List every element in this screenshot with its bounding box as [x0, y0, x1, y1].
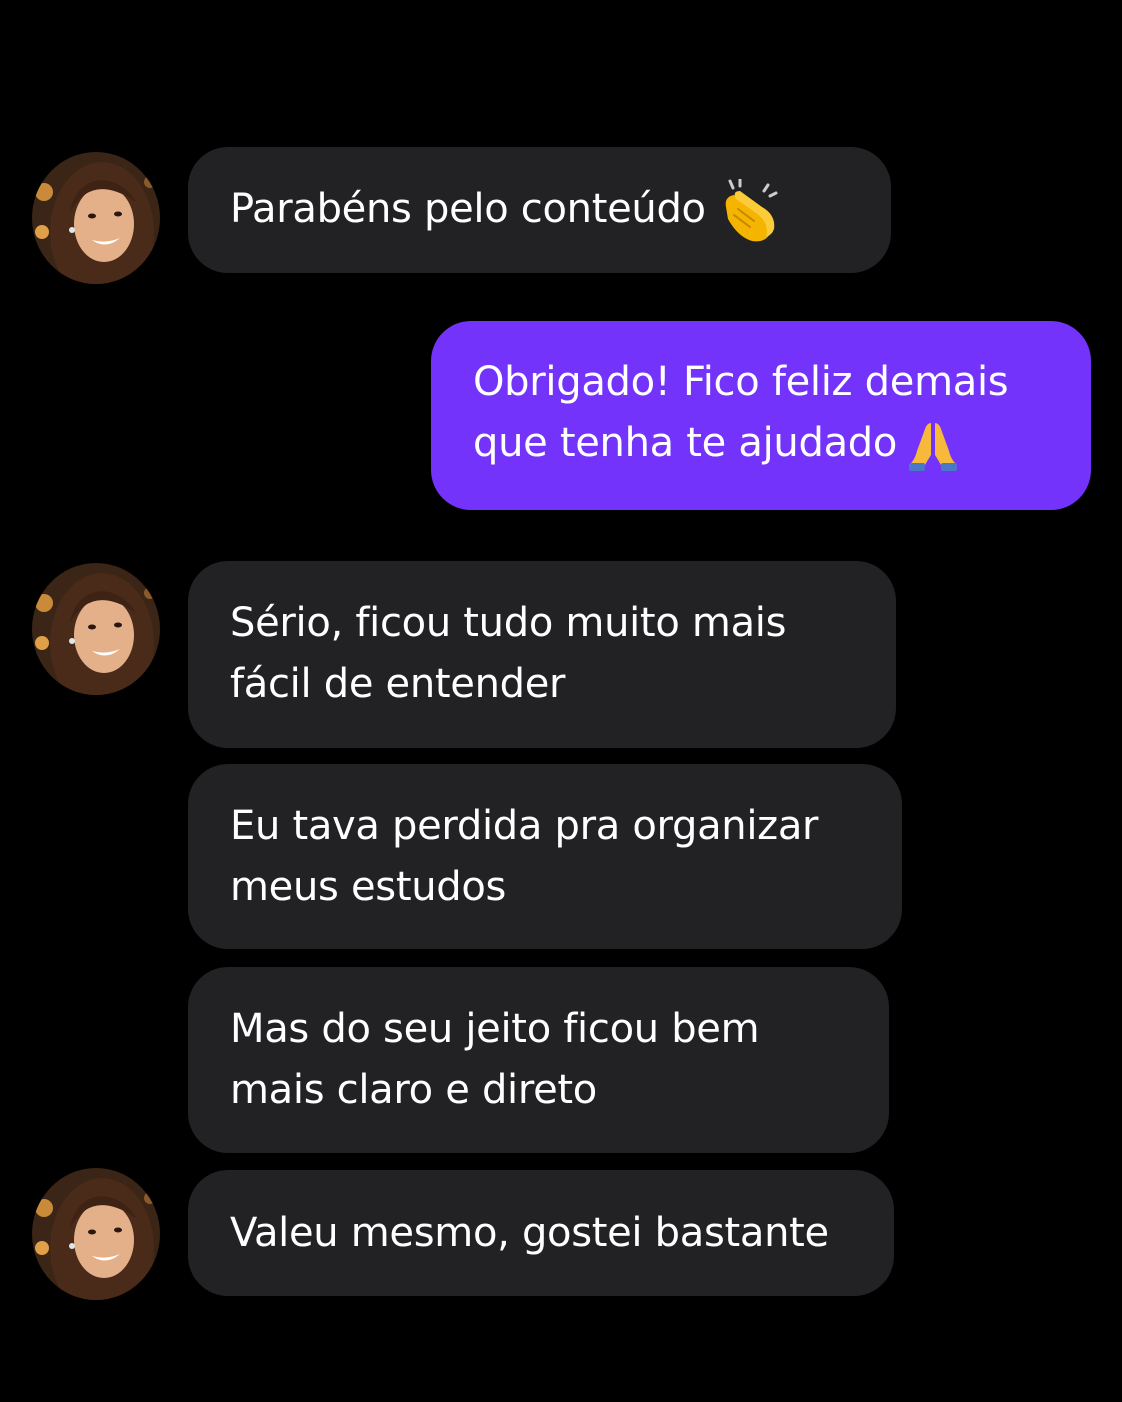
message-text: Valeu mesmo, gostei bastante	[230, 1210, 829, 1256]
incoming-message-bubble[interactable]: Mas do seu jeito ficou bem mais claro e …	[188, 967, 889, 1153]
message-text: que tenha te ajudado	[473, 420, 898, 466]
message-text-line-2: meus estudos	[230, 864, 507, 910]
incoming-message-bubble[interactable]: Valeu mesmo, gostei bastante	[188, 1170, 894, 1296]
message-text-line-2: mais claro e direto	[230, 1067, 597, 1113]
chat-thread: Parabéns pelo conteúdo Obrigado! Fico fe…	[0, 0, 1122, 1402]
message-text-line-1: Sério, ficou tudo muito mais	[230, 600, 787, 646]
incoming-message-bubble[interactable]: Sério, ficou tudo muito mais fácil de en…	[188, 561, 896, 748]
incoming-message-bubble[interactable]: Parabéns pelo conteúdo	[188, 147, 891, 273]
folded-hands-icon	[907, 419, 959, 471]
message-text-line-1: Obrigado! Fico feliz demais	[473, 359, 1009, 405]
contact-avatar[interactable]	[32, 1168, 160, 1300]
message-text: Parabéns pelo conteúdo	[230, 186, 706, 232]
incoming-message-bubble[interactable]: Eu tava perdida pra organizar meus estud…	[188, 764, 902, 949]
clapping-hands-icon	[718, 179, 780, 243]
outgoing-message-bubble[interactable]: Obrigado! Fico feliz demais que tenha te…	[431, 321, 1091, 510]
message-text-line-1: Mas do seu jeito ficou bem	[230, 1006, 760, 1052]
message-text-line-2: que tenha te ajudado	[473, 413, 1091, 474]
message-text-line-2: fácil de entender	[230, 661, 566, 707]
contact-avatar[interactable]	[32, 563, 160, 695]
contact-avatar[interactable]	[32, 152, 160, 284]
message-text-line-1: Eu tava perdida pra organizar	[230, 803, 819, 849]
